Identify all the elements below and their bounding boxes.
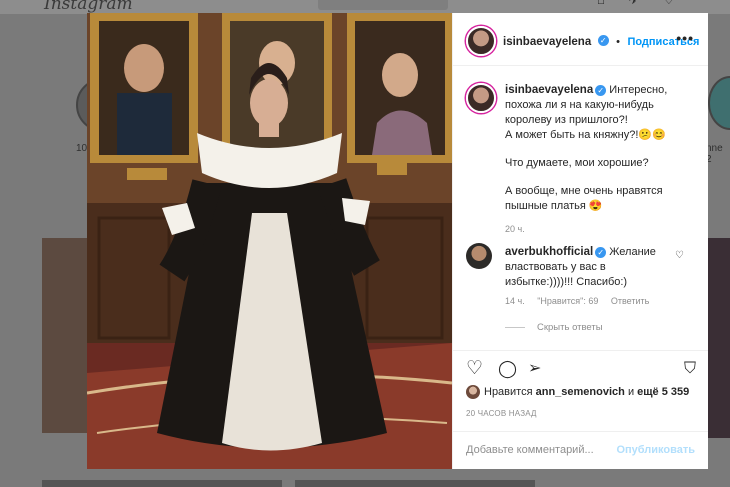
caption-author-avatar[interactable] (466, 83, 496, 113)
verified-badge-icon: ✓ (595, 84, 607, 96)
like-comment-heart-icon[interactable]: ♡ (675, 250, 684, 261)
background-photo (42, 238, 87, 433)
post-header: isinbaevayelena ✓ • Подписаться ••• (453, 13, 708, 66)
verified-badge-icon: ✓ (597, 35, 609, 47)
separator-dot: • (616, 36, 620, 48)
comment: averbukhofficial ✓ Желание властвовать у … (505, 245, 665, 290)
post-photo[interactable] (87, 13, 452, 469)
commenter-avatar[interactable] (466, 243, 492, 269)
post-caption: isinbaevayelena ✓ Интересно, похожа ли я … (505, 83, 695, 237)
background-photo (42, 480, 282, 487)
more-horizontal-icon[interactable]: ••• (676, 30, 694, 46)
background-photo (295, 480, 535, 487)
background-search (318, 0, 448, 10)
caption-text: Что думаете, мои хорошие? (505, 157, 649, 169)
add-comment-bar: Добавьте комментарий... Опубликовать (453, 431, 708, 470)
liker-avatar[interactable] (466, 385, 480, 399)
heart-icon[interactable]: ♡ (466, 359, 483, 378)
verified-badge-icon: ✓ (595, 246, 607, 258)
post-modal: isinbaevayelena ✓ • Подписаться ••• isin… (87, 13, 708, 469)
comment-time: 14 ч. (505, 296, 525, 306)
author-avatar[interactable] (466, 26, 496, 56)
background-story-avatar (708, 76, 730, 130)
caption-emoji: 😍 (588, 200, 603, 212)
caption-time: 20 ч. (505, 224, 525, 234)
post-actions: ♡ ◯ ➢ ⛉ (453, 350, 708, 381)
likes-and: и (627, 385, 635, 398)
posted-ago: 20 ЧАСОВ НАЗАД (466, 409, 537, 418)
post-side-panel: isinbaevayelena ✓ • Подписаться ••• isin… (452, 13, 708, 469)
share-icon[interactable]: ➢ (528, 360, 541, 378)
likes-count[interactable]: ещё 5 359 (637, 386, 689, 398)
background-story-label: nne 2 (706, 143, 723, 165)
add-comment-input[interactable]: Добавьте комментарий... (466, 444, 594, 456)
author-username[interactable]: isinbaevayelena (503, 36, 591, 48)
caption-username[interactable]: isinbaevayelena (505, 84, 593, 96)
caption-text: А вообще, мне очень нравятся пышные плат… (505, 185, 663, 212)
publish-button[interactable]: Опубликовать (616, 444, 695, 456)
background-nav-icons: ⌂ ✈ ♡ (597, 0, 685, 8)
comment-meta: 14 ч. "Нравится": 69 Ответить (505, 296, 659, 306)
reply-button[interactable]: Ответить (611, 296, 649, 306)
background-photo (708, 238, 730, 438)
replies-divider (505, 326, 525, 328)
bookmark-icon[interactable]: ⛉ (684, 360, 696, 378)
comment-icon[interactable]: ◯ (498, 360, 517, 378)
caption-text: А может быть на княжну?! (505, 129, 639, 141)
hide-replies-button[interactable]: Скрыть ответы (505, 322, 603, 333)
hide-replies-label: Скрыть ответы (537, 322, 603, 333)
instagram-logo: Instagram (44, 0, 133, 14)
likes-prefix: Нравится (484, 385, 533, 398)
caption-emoji: 😕😊 (638, 129, 666, 141)
comment-username[interactable]: averbukhofficial (505, 246, 593, 258)
likes-summary: Нравится ann_semenovich и ещё 5 359 (466, 385, 689, 399)
comment-likes[interactable]: "Нравится": 69 (537, 296, 598, 306)
liker-username[interactable]: ann_semenovich (536, 386, 625, 398)
